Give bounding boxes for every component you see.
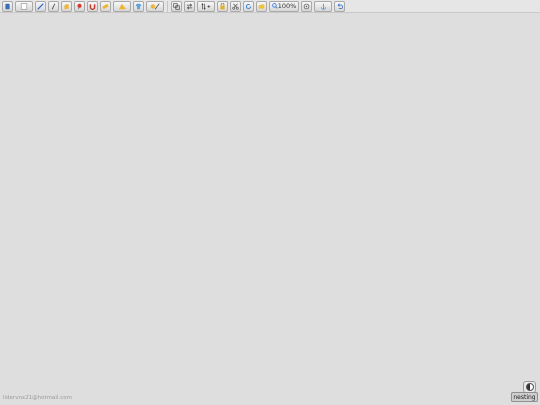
angle-ruler-tool-button[interactable] — [113, 0, 131, 12]
undo-icon — [337, 2, 343, 9]
folder-icon — [258, 3, 265, 9]
line-tool-button[interactable] — [48, 0, 59, 12]
magnet-icon — [89, 3, 96, 10]
anchor-icon — [320, 3, 326, 10]
contrast-icon — [525, 383, 534, 391]
panel-tool-button[interactable] — [15, 0, 33, 12]
scissors-icon — [232, 2, 239, 10]
measure-icon — [150, 2, 160, 10]
tshirt-icon — [135, 3, 142, 9]
line-icon — [51, 3, 56, 9]
sort-add-icon — [201, 2, 211, 10]
swap-icon — [186, 2, 193, 10]
zoom-level: 100% — [277, 1, 297, 10]
lock-tool-button[interactable] — [217, 0, 228, 12]
pen-tool-button[interactable] — [35, 0, 46, 12]
angle-ruler-icon — [118, 3, 126, 9]
pointer-tool-button[interactable] — [2, 0, 13, 12]
open-folder-button[interactable] — [256, 0, 267, 12]
rotate-icon — [245, 3, 252, 9]
lock-icon — [220, 2, 225, 9]
target-icon — [303, 3, 310, 9]
garment-tool-button[interactable] — [133, 0, 144, 12]
magnet-tool-button[interactable] — [87, 0, 98, 12]
undo-button[interactable] — [334, 0, 345, 12]
sort-add-tool-button[interactable] — [197, 0, 215, 12]
zoom-button[interactable]: 100% — [269, 0, 299, 12]
rotate-tool-button[interactable] — [243, 0, 254, 12]
copy-icon — [173, 2, 180, 10]
anchor-tool-button[interactable] — [314, 0, 332, 12]
copy-tool-button[interactable] — [171, 0, 182, 12]
pen-icon — [37, 2, 44, 10]
swap-tool-button[interactable] — [184, 0, 195, 12]
user-email: lidervnx21@hotmail.com — [3, 395, 72, 401]
toolbar-separator — [167, 0, 168, 12]
pin-icon — [77, 3, 82, 9]
main-toolbar: 100% — [0, 0, 540, 13]
measure-tool-button[interactable] — [146, 0, 164, 12]
scissors-tool-button[interactable] — [230, 0, 241, 12]
hand-tool-button[interactable] — [61, 0, 72, 12]
hand-icon — [64, 3, 69, 9]
panel-icon — [20, 2, 28, 10]
pointer-icon — [5, 3, 10, 9]
nesting-button[interactable]: nesting — [511, 392, 538, 402]
ruler-icon — [102, 3, 109, 9]
pin-tool-button[interactable] — [74, 0, 85, 12]
ruler-tool-button[interactable] — [100, 0, 111, 12]
target-tool-button[interactable] — [301, 0, 312, 12]
